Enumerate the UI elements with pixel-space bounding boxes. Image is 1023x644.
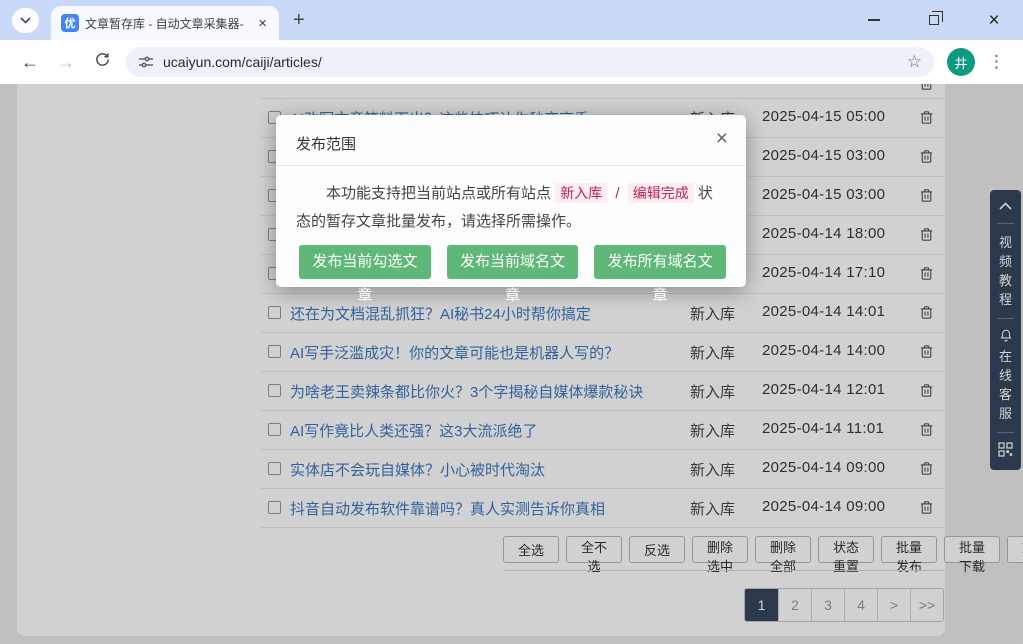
- status-tag-new: 新入库: [555, 183, 607, 203]
- dialog-text-prefix: 本功能支持把当前站点或所有站点: [326, 185, 551, 202]
- restore-icon: [929, 15, 939, 25]
- publish-all-domains-button[interactable]: 发布所有域名文章: [594, 245, 726, 279]
- restore-button[interactable]: [919, 7, 949, 33]
- bookmark-star-icon[interactable]: ☆: [907, 52, 922, 72]
- minimize-button[interactable]: [859, 7, 889, 33]
- dialog-actions: 发布当前勾选文章 发布当前域名文章 发布所有域名文章: [276, 236, 746, 279]
- browser-tab[interactable]: 优 文章暂存库 - 自动文章采集器- ×: [51, 6, 279, 40]
- tab-strip: 优 文章暂存库 - 自动文章采集器- × + ×: [0, 0, 1023, 40]
- tag-separator: /: [615, 185, 619, 202]
- chevron-down-icon: [20, 11, 31, 29]
- close-window-button[interactable]: ×: [979, 7, 1009, 33]
- url-bar[interactable]: ucaiyun.com/caiji/articles/ ☆: [126, 47, 934, 77]
- close-icon: ×: [988, 11, 999, 30]
- browser-window: 优 文章暂存库 - 自动文章采集器- × + × ← → ucaiyun.com…: [0, 0, 1023, 644]
- dialog-body: 本功能支持把当前站点或所有站点 新入库 / 编辑完成 状态的暂存文章批量发布，请…: [276, 166, 746, 236]
- publish-checked-button[interactable]: 发布当前勾选文章: [299, 245, 431, 279]
- tab-close-icon[interactable]: ×: [256, 15, 269, 32]
- back-button[interactable]: ←: [12, 52, 48, 73]
- site-favicon: 优: [61, 14, 79, 32]
- forward-button: →: [48, 52, 84, 73]
- publish-scope-dialog: 发布范围 × 本功能支持把当前站点或所有站点 新入库 / 编辑完成 状态的暂存文…: [276, 115, 746, 287]
- browser-toolbar: ← → ucaiyun.com/caiji/articles/ ☆ 井 ⋮: [0, 40, 1023, 84]
- publish-current-domain-button[interactable]: 发布当前域名文章: [447, 245, 579, 279]
- window-controls: ×: [859, 7, 1023, 33]
- profile-avatar[interactable]: 井: [947, 48, 975, 76]
- minimize-icon: [868, 19, 880, 21]
- reload-button[interactable]: [84, 51, 120, 73]
- dialog-header: 发布范围 ×: [276, 115, 746, 166]
- site-info-icon[interactable]: [138, 54, 154, 70]
- tab-title: 文章暂存库 - 自动文章采集器-: [85, 15, 250, 32]
- status-tag-edited: 编辑完成: [628, 183, 694, 203]
- new-tab-button[interactable]: +: [293, 9, 305, 32]
- dialog-title: 发布范围: [296, 133, 356, 154]
- dialog-close-icon[interactable]: ×: [716, 128, 728, 149]
- browser-menu-icon[interactable]: ⋮: [988, 52, 1005, 72]
- tab-search-button[interactable]: [12, 8, 39, 33]
- url-text[interactable]: ucaiyun.com/caiji/articles/: [163, 54, 322, 70]
